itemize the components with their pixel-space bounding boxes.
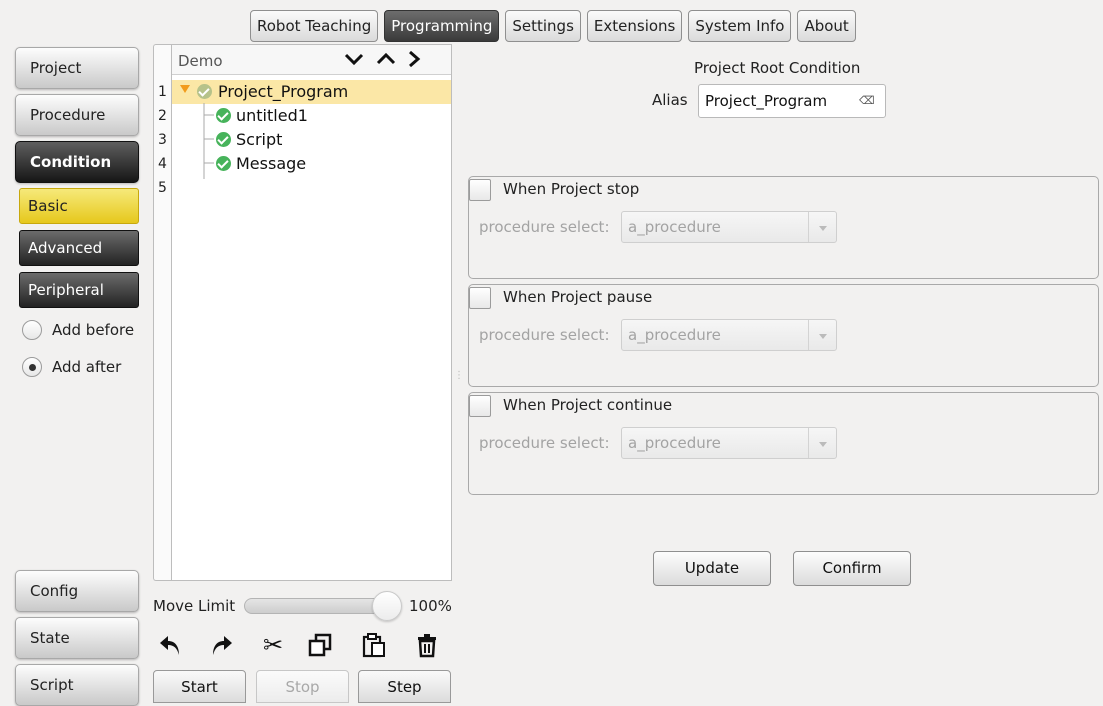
procedure-select-label: procedure select: (479, 218, 610, 236)
line-number-gutter: 1 2 3 4 5 (153, 44, 171, 581)
alias-label: Alias (652, 91, 688, 109)
procedure-select-value: a_procedure (628, 434, 721, 452)
basic-button[interactable]: Basic (19, 188, 139, 224)
procedure-select-label: procedure select: (479, 434, 610, 452)
condition-title: When Project pause (503, 288, 653, 306)
step-button[interactable]: Step (358, 670, 451, 703)
delete-icon[interactable] (412, 630, 442, 660)
procedure-select-label: procedure select: (479, 326, 610, 344)
top-tab-bar: Robot Teaching Programming Settings Exte… (250, 10, 856, 42)
nav-state-button[interactable]: State (15, 617, 139, 659)
tree-item-label: Project_Program (218, 82, 349, 101)
splitter-handle[interactable]: ⋮ (454, 370, 464, 381)
tab-robot-teaching[interactable]: Robot Teaching (250, 10, 379, 42)
condition-group-continue: When Project continue procedure select: … (468, 392, 1099, 495)
nav-script-button[interactable]: Script (15, 664, 139, 706)
nav-condition-button[interactable]: Condition (15, 141, 139, 183)
alias-input[interactable]: Project_Program (698, 84, 886, 118)
check-circle-icon (197, 84, 212, 99)
continue-checkbox[interactable] (469, 395, 491, 417)
update-button[interactable]: Update (653, 551, 771, 586)
procedure-select[interactable]: a_procedure (621, 427, 837, 459)
line-number: 3 (158, 132, 167, 148)
tab-extensions[interactable]: Extensions (586, 10, 683, 42)
condition-title: When Project stop (503, 180, 640, 198)
cut-icon[interactable]: ✂ (258, 630, 288, 660)
tree-title: Demo (178, 52, 223, 70)
move-limit-label: Move Limit (153, 597, 236, 615)
add-after-label: Add after (52, 358, 122, 376)
tree-row[interactable]: Message (172, 152, 451, 176)
tab-settings[interactable]: Settings (505, 10, 581, 42)
condition-group-pause: When Project pause procedure select: a_p… (468, 284, 1099, 387)
procedure-select-value: a_procedure (628, 218, 721, 236)
line-number: 2 (158, 108, 167, 124)
dropdown-arrow-icon (808, 212, 836, 242)
tree-row-root[interactable]: Project_Program (172, 80, 451, 104)
check-circle-icon (216, 156, 231, 171)
nav-project-button[interactable]: Project (15, 47, 139, 89)
procedure-select[interactable]: a_procedure (621, 211, 837, 243)
procedure-select[interactable]: a_procedure (621, 319, 837, 351)
add-before-option[interactable]: Add before (22, 318, 134, 342)
check-circle-icon (216, 132, 231, 147)
peripheral-button[interactable]: Peripheral (19, 272, 139, 308)
confirm-button[interactable]: Confirm (793, 551, 911, 586)
redo-icon[interactable] (206, 630, 236, 660)
paste-icon[interactable] (359, 630, 389, 660)
advanced-button[interactable]: Advanced (19, 230, 139, 266)
move-limit-slider-handle[interactable] (372, 591, 402, 621)
clear-input-icon[interactable]: ⌫ (859, 95, 875, 107)
dropdown-arrow-icon (808, 428, 836, 458)
tab-programming[interactable]: Programming (384, 10, 500, 42)
stop-checkbox[interactable] (469, 179, 491, 201)
move-limit-value: 100% (409, 597, 452, 615)
chevron-up-icon[interactable] (375, 50, 397, 68)
undo-icon[interactable] (156, 630, 186, 660)
tree-item-label: untitled1 (236, 106, 308, 125)
start-button[interactable]: Start (153, 670, 246, 703)
program-tree[interactable]: Demo Project_Program untitled1 Script Me… (171, 44, 452, 581)
procedure-select-value: a_procedure (628, 326, 721, 344)
tree-item-label: Message (236, 154, 307, 173)
stop-button[interactable]: Stop (256, 670, 349, 703)
line-number: 5 (158, 180, 167, 196)
chevron-right-icon[interactable] (407, 50, 421, 68)
expand-caret-icon[interactable] (180, 85, 190, 93)
condition-title: When Project continue (503, 396, 673, 414)
tree-row[interactable]: untitled1 (172, 104, 451, 128)
nav-procedure-button[interactable]: Procedure (15, 94, 139, 136)
add-after-radio[interactable] (22, 357, 42, 377)
tree-item-label: Script (236, 130, 283, 149)
add-before-label: Add before (52, 321, 135, 339)
copy-icon[interactable] (305, 630, 335, 660)
tab-system-info[interactable]: System Info (688, 10, 792, 42)
nav-config-button[interactable]: Config (15, 570, 139, 612)
add-after-option[interactable]: Add after (22, 355, 121, 379)
panel-title: Project Root Condition (694, 59, 861, 77)
tree-header: Demo (172, 45, 451, 75)
add-before-radio[interactable] (22, 320, 42, 340)
condition-group-stop: When Project stop procedure select: a_pr… (468, 176, 1099, 279)
tab-about[interactable]: About (797, 10, 856, 42)
pause-checkbox[interactable] (469, 287, 491, 309)
tree-nav-arrows (343, 50, 421, 68)
chevron-down-icon[interactable] (343, 50, 365, 68)
dropdown-arrow-icon (808, 320, 836, 350)
tree-row[interactable]: Script (172, 128, 451, 152)
check-circle-icon (216, 108, 231, 123)
line-number: 1 (158, 84, 167, 100)
line-number: 4 (158, 156, 167, 172)
